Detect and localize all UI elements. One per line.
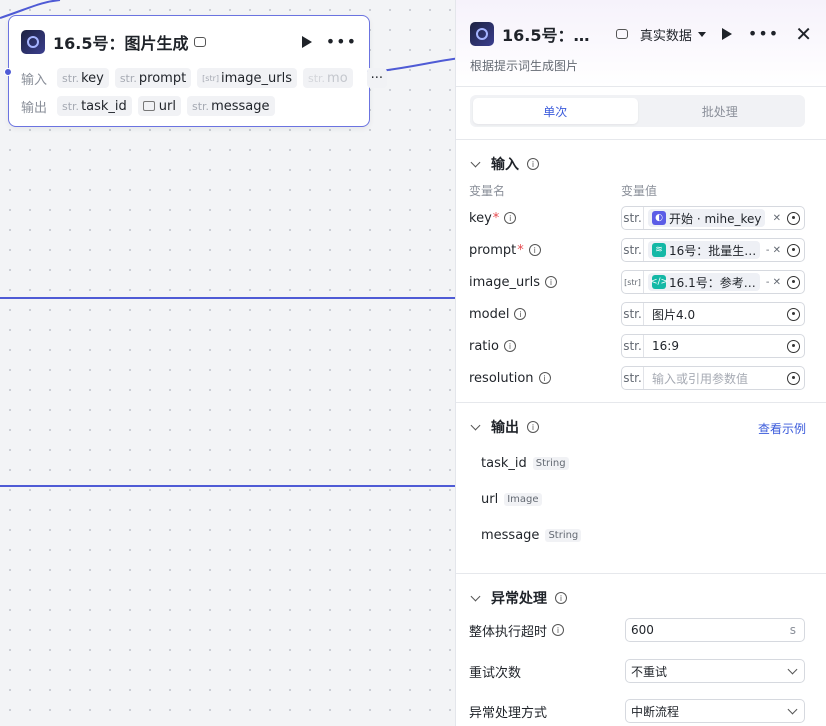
output-section-header[interactable]: 输出 i: [470, 417, 539, 437]
column-header-value: 变量值: [621, 184, 658, 198]
field-row-resolution: resolution i str. 输入或引用参数值: [469, 366, 805, 390]
run-icon[interactable]: [721, 28, 732, 40]
error-handling-select[interactable]: 中断流程: [625, 699, 805, 723]
close-icon[interactable]: ✕: [795, 24, 812, 44]
info-icon: i: [527, 421, 539, 433]
start-node-icon: ◐: [652, 211, 666, 225]
image-gen-node[interactable]: 16.5号：图片生成 ••• 输入 str. key str. prompt [st…: [4, 15, 388, 127]
reference-chip: </> 16.1号：参考…: [648, 273, 760, 291]
image-urls-value-field[interactable]: [str] </> 16.1号：参考… - ✕: [621, 270, 805, 294]
panel-header: 16.5号：… 真实数据 ••• ✕ 根据提示词生成图片: [456, 0, 826, 86]
node-avatar-icon: [470, 22, 494, 46]
layers-icon: ≋: [652, 243, 666, 257]
info-icon: i: [527, 158, 539, 170]
reference-target-icon[interactable]: [787, 307, 800, 321]
reference-target-icon[interactable]: [787, 339, 800, 353]
info-icon: i: [503, 340, 516, 352]
field-row-model: model i str. 图片4.0: [469, 302, 805, 326]
prompt-value-field[interactable]: str. ≋ 16号：批量生… - ✕: [621, 238, 805, 262]
reference-target-icon[interactable]: [787, 371, 800, 385]
input-port[interactable]: [4, 68, 12, 76]
input-section-header[interactable]: 输入 i: [470, 154, 539, 174]
output-item: url Image: [481, 492, 542, 507]
more-icon[interactable]: •••: [326, 34, 357, 50]
panel-title: 16.5号：…: [502, 26, 590, 45]
node-avatar-icon: [21, 30, 45, 54]
clear-icon[interactable]: ✕: [773, 213, 787, 224]
view-example-link[interactable]: 查看示例: [758, 420, 806, 437]
timeout-input[interactable]: 600 s: [625, 618, 805, 642]
error-section-header[interactable]: 异常处理 i: [470, 588, 567, 608]
info-icon: i: [538, 372, 551, 384]
field-row-image-urls: image_urls i [str] </> 16.1号：参考… - ✕: [469, 270, 805, 294]
output-chip-message: str. message: [187, 96, 275, 116]
retry-row: 重试次数 不重试: [469, 659, 805, 683]
model-value-field[interactable]: str. 图片4.0: [621, 302, 805, 326]
ratio-value-field[interactable]: str. 16:9: [621, 334, 805, 358]
node-title: 16.5号：图片生成: [53, 34, 189, 53]
info-icon: i: [544, 276, 557, 288]
input-chip-key: str. key: [57, 68, 109, 88]
tab-single[interactable]: 单次: [473, 98, 638, 124]
timeout-row: 整体执行超时 i 600 s: [469, 618, 805, 642]
retry-select[interactable]: 不重试: [625, 659, 805, 683]
image-icon: [142, 101, 155, 111]
field-row-ratio: ratio i str. 16:9: [469, 334, 805, 358]
field-row-prompt: prompt * i str. ≋ 16号：批量生… - ✕: [469, 238, 805, 262]
outputs-label: 输出: [21, 100, 48, 116]
connection-line: [0, 297, 460, 299]
reference-chip: ≋ 16号：批量生…: [648, 241, 761, 259]
input-chip-image-urls: [str] image_urls: [197, 68, 297, 88]
node-inputs-row: 输入 str. key str. prompt [str] image_urls st…: [21, 68, 388, 88]
reference-target-icon[interactable]: [787, 211, 800, 225]
data-icon: [615, 29, 628, 39]
reference-chip: ◐ 开始 · mihe_key: [648, 209, 766, 227]
run-mode-tabs: 单次 批处理: [470, 95, 805, 127]
tab-batch[interactable]: 批处理: [638, 98, 803, 124]
node-config-panel: 16.5号：… 真实数据 ••• ✕ 根据提示词生成图片 单次 批处理 输入 i …: [455, 0, 826, 726]
more-icon[interactable]: •••: [748, 26, 779, 42]
chevron-down-icon: [787, 704, 798, 714]
field-row-key: key * i str. ◐ 开始 · mihe_key ✕: [469, 206, 805, 230]
clear-icon[interactable]: - ✕: [766, 245, 787, 256]
info-icon: i: [504, 212, 517, 224]
reference-target-icon[interactable]: [787, 275, 800, 289]
reference-target-icon[interactable]: [787, 243, 800, 257]
input-chip-model: str. mo: [302, 68, 353, 88]
caret-down-icon: [697, 31, 706, 37]
chevron-down-icon: [470, 157, 481, 167]
key-value-field[interactable]: str. ◐ 开始 · mihe_key ✕: [621, 206, 805, 230]
output-item: task_id String: [481, 456, 569, 471]
more-inputs-button[interactable]: ···: [366, 68, 388, 88]
output-chip-url: url: [137, 96, 181, 116]
inputs-label: 输入: [21, 72, 48, 88]
output-chip-task-id: str. task_id: [57, 96, 132, 116]
chevron-down-icon: [470, 591, 481, 601]
node-header: 16.5号：图片生成 •••: [21, 28, 357, 56]
info-icon: i: [552, 624, 565, 636]
clear-icon[interactable]: - ✕: [766, 277, 787, 288]
error-handling-row: 异常处理方式 中断流程: [469, 699, 805, 723]
run-icon[interactable]: [301, 36, 312, 48]
info-icon: i: [514, 308, 527, 320]
data-mode-select[interactable]: 真实数据: [610, 25, 706, 44]
connection-line: [0, 485, 460, 487]
input-chip-prompt: str. prompt: [114, 68, 192, 88]
node-outputs-row: 输出 str. task_id url str. message: [21, 96, 275, 116]
info-icon: i: [555, 592, 567, 604]
panel-subtitle: 根据提示词生成图片: [470, 59, 579, 73]
chevron-down-icon: [470, 420, 481, 430]
model-icon: [194, 37, 207, 47]
chevron-down-icon: [787, 664, 798, 674]
resolution-value-field[interactable]: str. 输入或引用参数值: [621, 366, 805, 390]
info-icon: i: [528, 244, 541, 256]
column-header-name: 变量名: [469, 184, 506, 198]
output-item: message String: [481, 528, 582, 543]
code-icon: </>: [649, 275, 669, 289]
